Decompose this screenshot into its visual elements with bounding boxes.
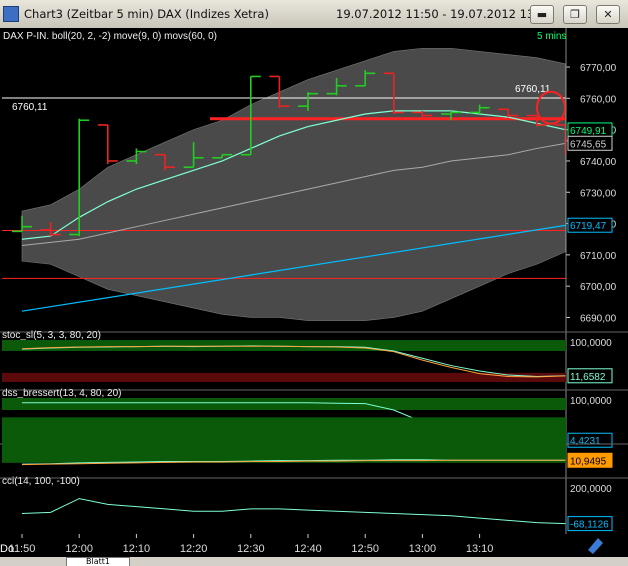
y-tick-label: 6710,00 (580, 251, 617, 262)
x-tick-label: 11:50 (9, 543, 36, 555)
x-tick-label: 12:20 (180, 543, 208, 555)
price-marker-label: 6745,65 (570, 139, 607, 150)
y-tick-label: 6700,00 (580, 282, 617, 293)
panel-label: cci(14, 100, -100) (2, 476, 80, 487)
y-tick-label: 6740,00 (580, 157, 617, 168)
panel-value-label: 10,9495 (570, 456, 607, 467)
title-bar[interactable]: Chart3 (Zeitbar 5 min) DAX (Indizes Xetr… (0, 0, 628, 29)
panel-y-tick: 200,0000 (570, 484, 612, 495)
x-tick-label: 12:40 (294, 543, 322, 555)
chart-area[interactable]: 6760,116760,116770,006760,006750,006740,… (0, 28, 628, 557)
timeframe-label: 5 mins (537, 31, 566, 42)
overbought-zone (2, 398, 566, 410)
price-marker-label: 6749,91 (570, 126, 607, 137)
main-indicator-label: DAX P-IN. boll(20, 2, -2) move(9, 0) mov… (3, 31, 217, 42)
y-tick-label: 6770,00 (580, 63, 617, 74)
x-tick-label: 12:30 (237, 543, 265, 555)
overbought-zone (2, 417, 566, 463)
x-tick-label: 13:10 (466, 543, 494, 555)
y-tick-label: 6730,00 (580, 188, 617, 199)
y-tick-label: 6690,00 (580, 313, 617, 324)
panel-label: stoc_sl(5, 3, 3, 80, 20) (2, 330, 101, 341)
overbought-zone (2, 340, 566, 351)
x-tick-label: 12:00 (65, 543, 93, 555)
y-tick-label: 6760,00 (580, 94, 617, 105)
chart-window: Chart3 (Zeitbar 5 min) DAX (Indizes Xetr… (0, 0, 628, 566)
date-range: 19.07.2012 11:50 - 19.07.2012 13:20 (336, 7, 553, 21)
panel-y-tick: 100,0000 (570, 338, 612, 349)
panel-label: dss_bressert(13, 4, 80, 20) (2, 388, 122, 399)
app-icon (3, 6, 19, 22)
x-tick-label: 12:50 (351, 543, 379, 555)
panel-value-label: 4,4231 (570, 436, 601, 447)
close-button[interactable]: ✕ (596, 5, 620, 24)
x-tick-label: 12:10 (123, 543, 151, 555)
panel-value-label: -68,1126 (570, 520, 609, 531)
x-tick-label: 13:00 (409, 543, 437, 555)
panel-value-label: 11,6582 (570, 372, 606, 383)
sheet-tab-bar: Blatt1 (0, 557, 628, 566)
level-label-left: 6760,11 (12, 102, 48, 113)
minimize-button[interactable]: ▬ (530, 5, 554, 24)
panel-y-tick: 100,0000 (570, 396, 612, 407)
restore-button[interactable]: ❐ (563, 5, 587, 24)
price-marker-label: 6719,47 (570, 221, 607, 232)
window-title: Chart3 (Zeitbar 5 min) DAX (Indizes Xetr… (24, 7, 269, 21)
